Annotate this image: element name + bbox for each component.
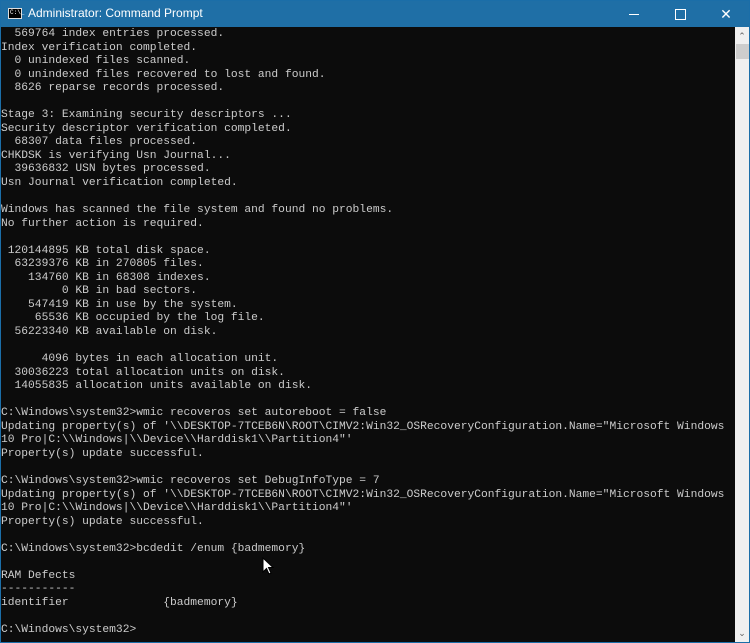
command-prompt-window: C:\_ Administrator: Command Prompt ✕ 569… xyxy=(0,0,750,643)
console-line: 63239376 KB in 270805 files. xyxy=(1,258,204,271)
console-line: RAM Defects xyxy=(1,569,76,582)
console-line: 547419 KB in use by the system. xyxy=(1,298,238,311)
chevron-up-icon: ⌃ xyxy=(738,30,746,41)
console-line: CHKDSK is verifying Usn Journal... xyxy=(1,149,231,162)
console-line: identifier {badmemory} xyxy=(1,596,238,609)
console-line: 10 Pro|C:\\Windows|\\Device\\Harddisk1\\… xyxy=(1,502,353,515)
console-output[interactable]: 569764 index entries processed. Index ver… xyxy=(1,27,735,642)
console-line: 56223340 KB available on disk. xyxy=(1,326,218,339)
console-line: Security descriptor verification complet… xyxy=(1,122,292,135)
console-line: No further action is required. xyxy=(1,217,204,230)
maximize-icon xyxy=(674,8,686,20)
console-line: C:\Windows\system32>wmic recoveros set a… xyxy=(1,407,387,420)
console-line: Updating property(s) of '\\DESKTOP-7TCEB… xyxy=(1,488,725,501)
console-line: Stage 3: Examining security descriptors … xyxy=(1,109,292,122)
close-icon: ✕ xyxy=(720,5,732,22)
window-title: Administrator: Command Prompt xyxy=(28,6,203,20)
console-line: C:\Windows\system32>wmic recoveros set D… xyxy=(1,475,380,488)
scroll-up-button[interactable]: ⌃ xyxy=(735,28,749,44)
console-line: 0 unindexed files recovered to lost and … xyxy=(1,68,326,81)
console-line: C:\Windows\system32>bcdedit /enum {badme… xyxy=(1,542,306,555)
title-bar[interactable]: C:\_ Administrator: Command Prompt ✕ xyxy=(1,1,749,27)
cmd-icon: C:\_ xyxy=(8,8,24,19)
console-line: 65536 KB occupied by the log file. xyxy=(1,312,265,325)
console-line: 10 Pro|C:\\Windows|\\Device\\Harddisk1\\… xyxy=(1,434,353,447)
console-line: Updating property(s) of '\\DESKTOP-7TCEB… xyxy=(1,420,725,433)
console-line: 569764 index entries processed. xyxy=(1,28,225,40)
chevron-down-icon: ⌄ xyxy=(738,627,746,638)
console-line: 8626 reparse records processed. xyxy=(1,82,225,95)
console-line: 4096 bytes in each allocation unit. xyxy=(1,353,279,366)
console-line: C:\Windows\system32> xyxy=(1,624,137,637)
console-line: 30036223 total allocation units on disk. xyxy=(1,366,285,379)
close-button[interactable]: ✕ xyxy=(703,1,749,27)
scroll-down-button[interactable]: ⌄ xyxy=(735,625,749,641)
console-line: 120144895 KB total disk space. xyxy=(1,244,211,257)
console-line: Property(s) update successful. xyxy=(1,447,204,460)
console-line: 134760 KB in 68308 indexes. xyxy=(1,271,211,284)
console-line: 68307 data files processed. xyxy=(1,136,198,149)
scrollbar-thumb[interactable] xyxy=(736,44,749,59)
console-line: 0 unindexed files scanned. xyxy=(1,55,191,68)
console-text: 569764 index entries processed. Index ver… xyxy=(1,27,735,638)
console-line: Property(s) update successful. xyxy=(1,515,204,528)
mouse-pointer-icon xyxy=(262,557,274,575)
console-line: Usn Journal verification completed. xyxy=(1,177,238,190)
console-line: ----------- xyxy=(1,583,76,596)
console-line: 0 KB in bad sectors. xyxy=(1,285,198,298)
minimize-icon xyxy=(629,13,639,15)
console-line: Windows has scanned the file system and … xyxy=(1,204,394,217)
vertical-scrollbar[interactable]: ⌃ ⌄ xyxy=(735,27,749,642)
console-line: 14055835 allocation units available on d… xyxy=(1,380,312,393)
maximize-button[interactable] xyxy=(657,1,703,27)
console-line: 39636832 USN bytes processed. xyxy=(1,163,211,176)
console-line: Index verification completed. xyxy=(1,41,198,54)
minimize-button[interactable] xyxy=(611,1,657,27)
